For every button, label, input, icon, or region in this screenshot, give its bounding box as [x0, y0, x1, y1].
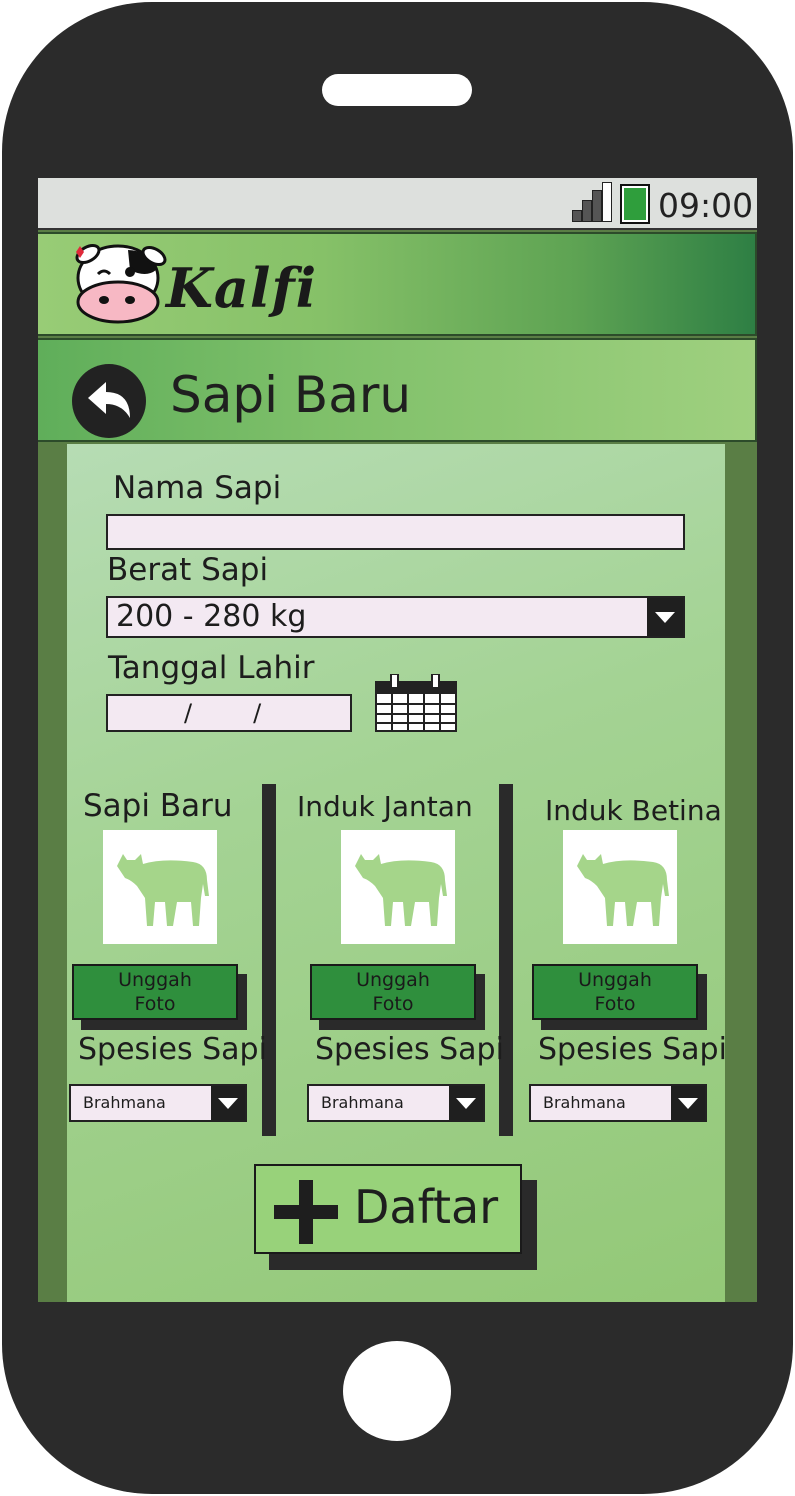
form-panel: Nama Sapi Berat Sapi 200 - 280 kg Tangga…: [67, 444, 727, 1302]
cow-icon: [355, 854, 447, 926]
cow-icon: [117, 854, 209, 926]
upload-label-line1: Unggah: [118, 969, 192, 991]
upload-photo-button[interactable]: Unggah Foto: [72, 964, 238, 1020]
berat-sapi-label: Berat Sapi: [107, 552, 269, 588]
cow-icon: [577, 854, 669, 926]
nama-sapi-label: Nama Sapi: [113, 470, 282, 506]
home-button[interactable]: [343, 1341, 451, 1441]
chevron-down-icon[interactable]: [449, 1086, 483, 1120]
berat-sapi-value: 200 - 280 kg: [116, 599, 307, 634]
upload-label-line1: Unggah: [356, 969, 430, 991]
app-bar: Kalfi: [38, 232, 757, 336]
photo-title-sapi-baru: Sapi Baru: [83, 788, 233, 824]
upload-label-line2: Foto: [594, 993, 636, 1015]
photo-placeholder: [563, 830, 677, 944]
daftar-button[interactable]: Daftar: [254, 1164, 522, 1254]
photo-placeholder: [103, 830, 217, 944]
calendar-icon[interactable]: [375, 674, 457, 732]
chevron-down-icon[interactable]: [671, 1086, 705, 1120]
daftar-label: Daftar: [354, 1180, 499, 1234]
species-value: Brahmana: [321, 1093, 404, 1112]
species-select[interactable]: Brahmana: [529, 1084, 707, 1122]
battery-icon: [620, 184, 650, 224]
status-bar: 09:00: [38, 178, 757, 230]
upload-photo-button[interactable]: Unggah Foto: [532, 964, 698, 1020]
species-select[interactable]: Brahmana: [307, 1084, 485, 1122]
photo-title-induk-jantan: Induk Jantan: [297, 790, 473, 823]
species-select[interactable]: Brahmana: [69, 1084, 247, 1122]
tanggal-lahir-input[interactable]: / /: [106, 694, 352, 732]
phone-speaker: [322, 74, 472, 106]
page-title: Sapi Baru: [170, 366, 412, 424]
tanggal-lahir-label: Tanggal Lahir: [108, 650, 315, 686]
tanggal-lahir-value: / /: [184, 699, 262, 727]
species-label: Spesies Sapi: [78, 1032, 267, 1067]
back-arrow-icon: [88, 382, 130, 418]
plus-icon: [274, 1180, 338, 1244]
screen: 09:00 Kalfi Sapi Baru Nama Sapi Berat Sa…: [38, 178, 757, 1302]
photo-title-induk-betina: Induk Betina: [545, 794, 722, 827]
berat-sapi-select[interactable]: 200 - 280 kg: [106, 596, 685, 638]
species-value: Brahmana: [543, 1093, 626, 1112]
back-button[interactable]: [72, 364, 146, 438]
upload-photo-button[interactable]: Unggah Foto: [310, 964, 476, 1020]
upload-label-line2: Foto: [134, 993, 176, 1015]
species-label: Spesies Sapi: [538, 1032, 727, 1067]
upload-label-line1: Unggah: [578, 969, 652, 991]
nama-sapi-input[interactable]: [106, 514, 685, 550]
species-value: Brahmana: [83, 1093, 166, 1112]
upload-label-line2: Foto: [372, 993, 414, 1015]
chevron-down-icon[interactable]: [647, 598, 683, 636]
app-logo-text: Kalfi: [166, 256, 318, 320]
species-label: Spesies Sapi: [315, 1032, 504, 1067]
column-divider: [499, 784, 513, 1136]
title-bar: Sapi Baru: [38, 338, 757, 442]
status-time: 09:00: [658, 186, 754, 225]
chevron-down-icon[interactable]: [211, 1086, 245, 1120]
photo-placeholder: [341, 830, 455, 944]
column-divider: [262, 784, 276, 1136]
cow-face-icon: [75, 243, 167, 324]
